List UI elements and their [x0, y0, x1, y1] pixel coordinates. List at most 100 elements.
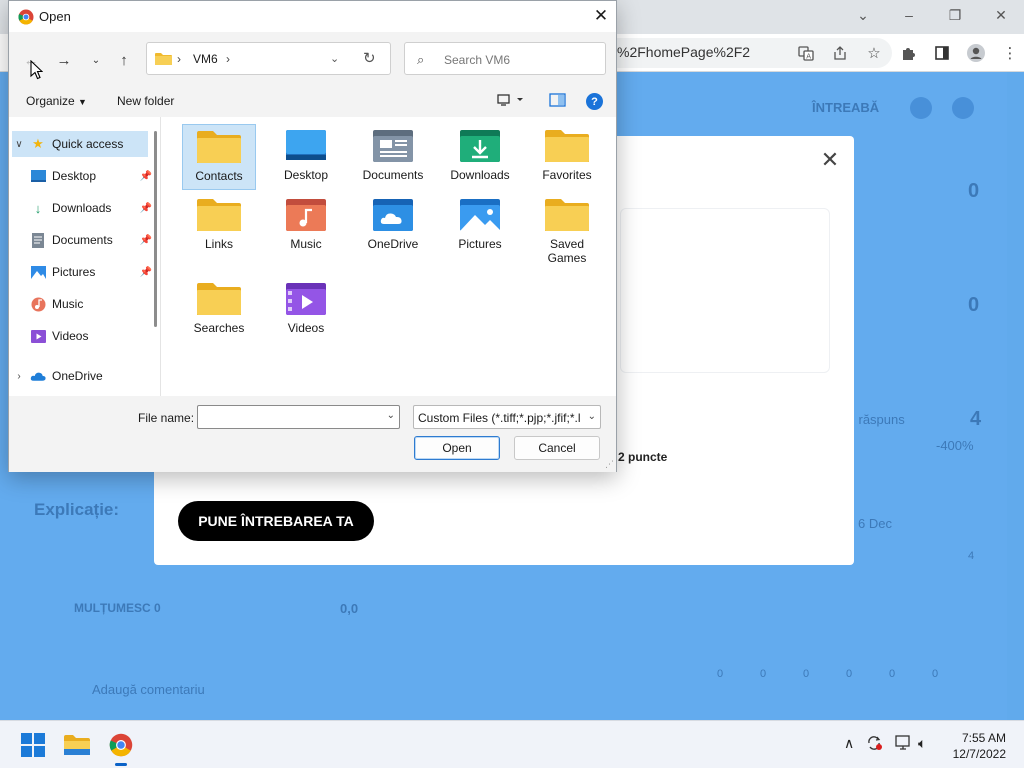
expand-chevron-icon[interactable]: ∨ [12, 139, 26, 150]
recent-locations-chevron-icon[interactable]: ⌄ [84, 50, 108, 70]
ask-link: ÎNTREABĂ [812, 100, 880, 115]
stat-date: 6 Dec [858, 516, 892, 531]
minimize-icon[interactable]: – [886, 0, 932, 30]
file-item-desktop[interactable]: Desktop [269, 124, 343, 190]
breadcrumb-chevron-icon[interactable]: › [226, 52, 230, 66]
file-explorer-icon[interactable] [63, 731, 91, 759]
cancel-button[interactable]: Cancel [514, 436, 600, 460]
organize-label: Organize [26, 94, 75, 108]
new-folder-button[interactable]: New folder [117, 94, 174, 108]
chevron-down-icon[interactable]: ⌄ [387, 410, 395, 421]
modal-close-icon[interactable]: ✕ [818, 147, 842, 172]
network-icon[interactable] [894, 735, 912, 754]
address-history-dropdown-icon[interactable]: ⌄ [330, 52, 339, 65]
sync-icon[interactable] [866, 735, 884, 754]
nav-item-onedrive[interactable]: › OneDrive [12, 363, 148, 389]
nav-item-quick-access[interactable]: ∨ ★ Quick access [12, 131, 148, 157]
profile-icon[interactable] [960, 40, 992, 66]
url-text[interactable]: %2FhomePage%2F2 [617, 44, 750, 60]
file-item-videos[interactable]: Videos [269, 277, 343, 343]
nav-item-label: Videos [52, 329, 89, 343]
resize-grip-icon[interactable]: ⋰ [605, 459, 614, 470]
chevron-down-icon[interactable]: ⌄ [840, 0, 886, 30]
nav-item-videos[interactable]: Videos [26, 323, 148, 349]
file-item-onedrive[interactable]: OneDrive [356, 193, 430, 259]
sidepanel-icon[interactable] [926, 40, 958, 66]
pictures-icon [30, 264, 46, 280]
bookmark-star-icon[interactable]: ☆ [858, 40, 890, 66]
menu-icon[interactable]: ⋮ [994, 40, 1024, 66]
share-icon[interactable] [824, 40, 856, 66]
nav-item-label: Quick access [52, 137, 124, 151]
file-list: Contacts Desktop Documents Downloads Fav… [165, 117, 616, 396]
organize-menu[interactable]: Organize ▼ [26, 94, 87, 108]
preview-pane-icon[interactable] [549, 93, 566, 110]
refresh-icon[interactable]: ↻ [363, 49, 376, 67]
file-type-filter-select[interactable]: Custom Files (*.tiff;*.pjp;*.jfif;*.l ⌄ [413, 405, 601, 429]
chevron-up-icon[interactable]: ∧ [844, 735, 854, 752]
nav-item-documents[interactable]: Documents 📌 [26, 227, 152, 253]
breadcrumb-location[interactable]: VM6 [193, 52, 218, 66]
open-button[interactable]: Open [414, 436, 500, 460]
restore-icon[interactable]: ❐ [932, 0, 978, 30]
search-placeholder[interactable]: Search VM6 [444, 53, 510, 67]
side-count: 4 [968, 550, 975, 562]
explanation-heading: Explicație: [34, 500, 120, 519]
file-item-music[interactable]: Music [269, 193, 343, 259]
file-item-pictures[interactable]: Pictures [443, 193, 517, 259]
onedrive-folder-icon [373, 199, 413, 231]
folder-icon [197, 199, 241, 231]
stat-value: 0 [968, 294, 980, 316]
system-clock[interactable]: 7:55 AM 12/7/2022 [940, 730, 1006, 762]
search-box[interactable]: ⌕ Search VM6 [404, 42, 606, 75]
search-icon: ⌕ [417, 52, 425, 67]
address-bar[interactable]: › VM6 › ⌄ ↻ [146, 42, 391, 75]
file-item-favorites[interactable]: Favorites [530, 124, 604, 190]
extensions-icon[interactable] [892, 40, 924, 66]
ask-question-button[interactable]: PUNE ÎNTREBAREA TA [178, 501, 374, 541]
close-icon[interactable]: ✕ [978, 0, 1024, 30]
chrome-icon[interactable] [107, 731, 135, 759]
file-item-documents[interactable]: Documents [356, 124, 430, 190]
view-options-icon[interactable] [497, 93, 525, 110]
nav-item-downloads[interactable]: ↓ Downloads 📌 [26, 195, 152, 221]
file-item-label: Favorites [542, 168, 592, 182]
file-item-label: Documents [362, 168, 424, 182]
file-item-searches[interactable]: Searches [182, 277, 256, 343]
file-item-contacts[interactable]: Contacts [182, 124, 256, 190]
nav-item-music[interactable]: Music [26, 291, 148, 317]
pin-icon: 📌 [139, 234, 152, 246]
nav-item-label: Downloads [52, 201, 112, 215]
close-icon[interactable]: ✕ [589, 5, 613, 27]
nav-item-desktop[interactable]: Desktop 📌 [26, 163, 152, 189]
pin-icon: 📌 [139, 266, 152, 278]
dialog-title: Open [39, 9, 71, 24]
folder-icon [545, 130, 589, 162]
music-icon [30, 296, 46, 312]
star-icon: ★ [32, 136, 44, 151]
file-item-links[interactable]: Links [182, 193, 256, 259]
file-name-input[interactable]: ⌄ [197, 405, 400, 429]
breadcrumb-chevron-icon: › [177, 52, 181, 66]
modal-content-box [620, 208, 830, 373]
nav-item-label: OneDrive [52, 369, 103, 383]
file-item-downloads[interactable]: Downloads [443, 124, 517, 190]
videos-folder-icon [286, 283, 326, 315]
stat-label: l răspuns [852, 412, 905, 427]
folder-icon [155, 52, 172, 69]
forward-arrow-icon[interactable]: → [52, 50, 76, 70]
file-item-saved-games[interactable]: Saved Games [530, 193, 604, 273]
volume-icon[interactable]: 🔈︎ [918, 735, 926, 752]
rating-value: 0,0 [340, 601, 359, 616]
help-icon[interactable]: ? [586, 93, 603, 110]
file-item-label: Contacts [195, 169, 243, 183]
grid-zero: 0 [846, 668, 853, 680]
expand-chevron-icon[interactable]: › [12, 371, 26, 382]
nav-item-pictures[interactable]: Pictures 📌 [26, 259, 152, 285]
dialog-command-bar: Organize ▼ New folder ? [9, 87, 616, 117]
navigation-pane-scrollbar[interactable] [154, 131, 157, 327]
start-icon[interactable] [19, 731, 47, 759]
up-arrow-icon[interactable]: ↑ [112, 50, 136, 70]
folder-icon [545, 199, 589, 231]
translate-icon[interactable]: A [790, 40, 822, 66]
